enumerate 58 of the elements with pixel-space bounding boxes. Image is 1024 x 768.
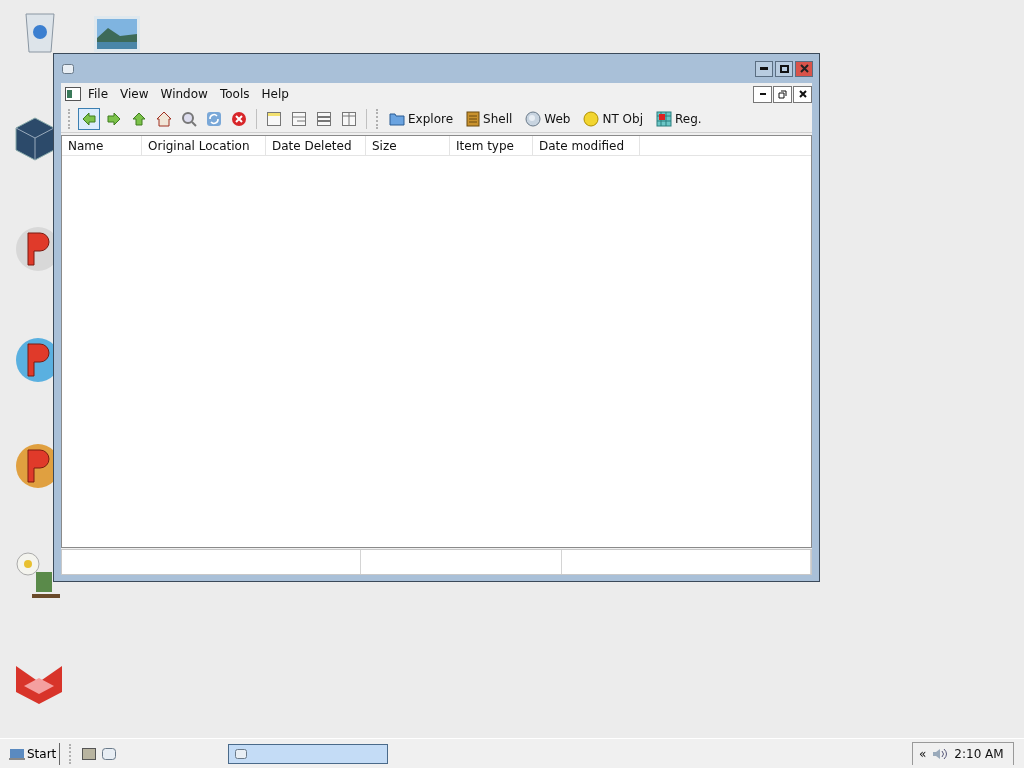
task-button[interactable] <box>228 743 389 764</box>
flower-icon[interactable] <box>14 550 62 600</box>
close-button[interactable] <box>795 60 813 77</box>
grid-icon <box>656 110 672 127</box>
clock: 2:10 AM <box>954 747 1004 761</box>
restore-icon <box>778 89 787 99</box>
document-icon[interactable] <box>65 87 81 101</box>
layout-icon <box>266 110 282 127</box>
toolbar-button[interactable]: Shell <box>463 107 516 130</box>
close-button[interactable] <box>793 85 812 103</box>
minimize-icon <box>760 67 768 70</box>
refresh-icon <box>206 110 222 127</box>
start-button[interactable]: Start <box>6 742 61 765</box>
column-header[interactable]: Date modified <box>533 136 640 155</box>
maximize-icon <box>779 64 789 73</box>
circle-icon <box>583 110 600 127</box>
menu-item[interactable]: Tools <box>214 85 255 103</box>
layout-icon <box>316 110 332 127</box>
app-icon <box>62 63 74 74</box>
layout-icon <box>291 110 307 127</box>
column-header[interactable]: Date Deleted <box>266 136 366 155</box>
left-arrow-icon <box>81 110 97 127</box>
up-arrow-icon <box>131 110 147 127</box>
menu-item[interactable]: Help <box>256 85 294 103</box>
menu-item[interactable]: Window <box>155 85 213 103</box>
right-arrow-icon <box>106 110 122 127</box>
cube-icon[interactable] <box>14 116 56 162</box>
globe-icon <box>525 110 542 127</box>
minimize-button[interactable] <box>753 85 772 103</box>
picture-frame-icon[interactable] <box>82 747 97 760</box>
column-header[interactable]: Original Location <box>142 136 266 155</box>
layout-icon <box>341 110 357 127</box>
folder-icon <box>389 111 405 126</box>
minimize-button[interactable] <box>755 60 773 77</box>
expand-toggle[interactable]: « <box>919 747 927 761</box>
stop-icon <box>231 110 247 127</box>
column-header[interactable]: Item type <box>450 136 533 155</box>
restore-button[interactable] <box>773 85 792 103</box>
speaker-icon[interactable] <box>932 748 949 760</box>
toolbar-button[interactable]: Reg. <box>653 107 705 130</box>
menu-item[interactable]: File <box>83 85 114 103</box>
maximize-button[interactable] <box>775 60 793 77</box>
toolbar-button[interactable]: Explore <box>386 107 457 130</box>
app-icon[interactable] <box>102 747 117 760</box>
close-icon <box>799 64 809 73</box>
panel-icon <box>466 110 481 127</box>
app-icon <box>235 748 248 759</box>
toolbar-button[interactable]: Web <box>522 107 574 130</box>
back-button[interactable] <box>78 107 100 130</box>
search-icon <box>181 110 197 127</box>
toolbar-button[interactable]: NT Obj <box>580 107 646 130</box>
column-header[interactable]: Name <box>62 136 142 155</box>
close-icon <box>798 90 807 98</box>
menu-item[interactable]: View <box>115 85 154 103</box>
column-header[interactable]: Size <box>366 136 450 155</box>
house-icon <box>156 110 172 127</box>
computer-icon <box>9 747 25 760</box>
minimize-icon <box>759 93 766 95</box>
